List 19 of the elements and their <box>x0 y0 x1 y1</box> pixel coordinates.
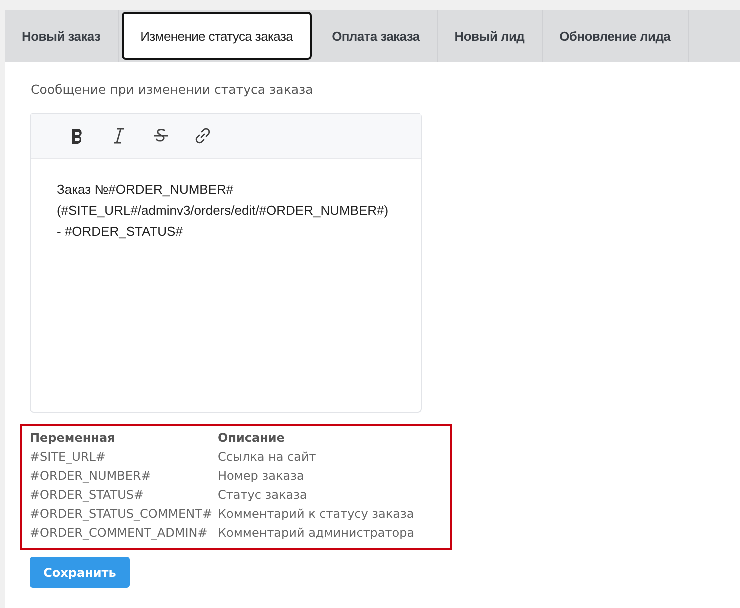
table-cell-text: #ORDER_STATUS# <box>30 487 146 504</box>
table-cell-text: #SITE_URL# <box>30 449 107 466</box>
rich-text-editor[interactable]: Заказ №#ORDER_NUMBER# (#SITE_URL#/adminv3/orders/edit/#ORDER_NUMBER#) - #ORDER_STATUS# <box>30 113 422 413</box>
link-icon[interactable] <box>193 126 213 146</box>
table-cell-text: Номер заказа <box>218 468 306 485</box>
table-cell-text: Статус заказа <box>218 487 308 504</box>
editor-text-line: Заказ №#ORDER_NUMBER# <box>57 181 235 199</box>
editor-text-line: - #ORDER_STATUS# <box>57 223 184 241</box>
table-cell-text: #ORDER_STATUS_COMMENT# <box>30 506 214 523</box>
column-header: Переменная <box>30 430 116 447</box>
table-cell-text: Комментарий администратора <box>218 525 416 542</box>
field-label: Сообщение при изменении статуса заказа <box>31 82 314 97</box>
table-cell-text: Ссылка на сайт <box>218 449 318 466</box>
editor-text-line: (#SITE_URL#/adminv3/orders/edit/#ORDER_NUMBER#) <box>57 202 390 220</box>
table-cell-text: Комментарий к статусу заказа <box>218 506 416 523</box>
column-header: Описание <box>218 430 286 447</box>
tab[interactable]: Изменение статуса заказа <box>122 12 312 60</box>
table-cell-text: #ORDER_NUMBER# <box>30 468 152 485</box>
table-cell-text: #ORDER_COMMENT_ADMIN# <box>30 525 209 542</box>
